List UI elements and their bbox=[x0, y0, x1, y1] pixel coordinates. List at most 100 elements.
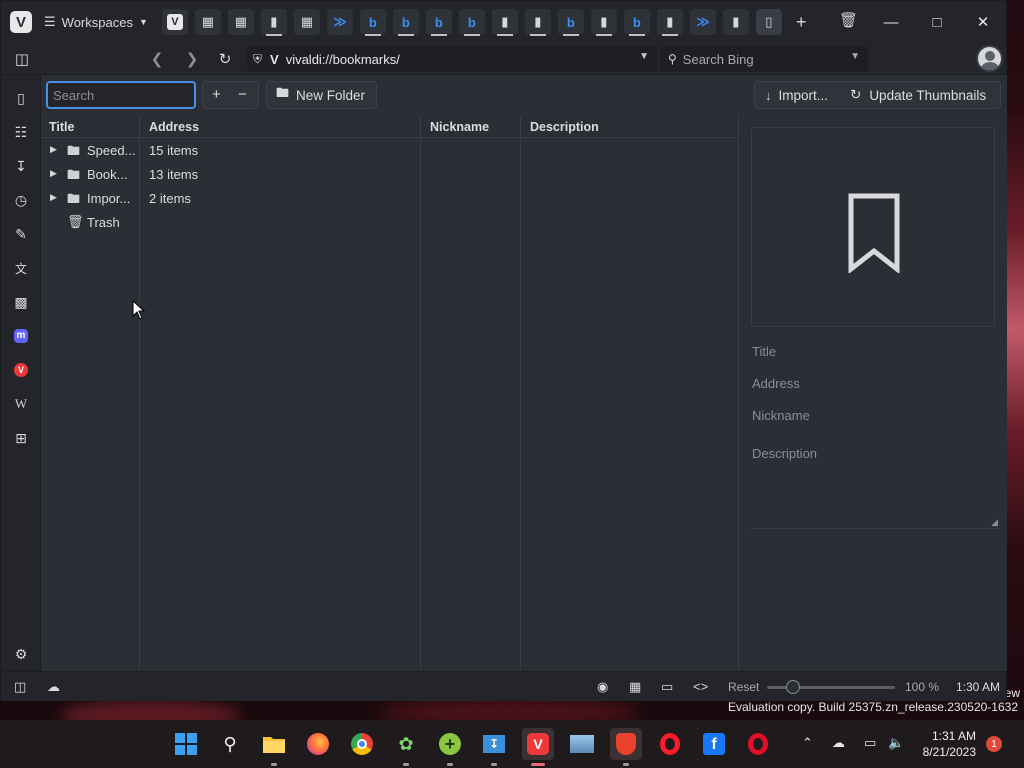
tab-bing[interactable]: ≫ bbox=[326, 9, 353, 35]
wikipedia-icon[interactable]: W bbox=[10, 393, 32, 415]
downloads-icon[interactable]: ↧ bbox=[10, 155, 32, 177]
tab-speed-dial[interactable]: ▦ bbox=[194, 9, 221, 35]
mastodon-icon[interactable]: m bbox=[10, 325, 32, 347]
zoom-reset-button[interactable]: Reset bbox=[728, 680, 759, 694]
tab-page[interactable]: ▮ bbox=[260, 9, 287, 36]
tab-bing[interactable]: ≫ bbox=[689, 9, 716, 35]
column-header-address[interactable]: Address bbox=[149, 116, 199, 138]
notes-icon[interactable]: ✎ bbox=[10, 223, 32, 245]
update-thumbnails-button[interactable]: ↻ Update Thumbnails bbox=[850, 87, 986, 103]
forward-button[interactable]: ❯ bbox=[181, 49, 203, 69]
resize-grip-icon[interactable]: ◢ bbox=[991, 517, 998, 528]
translate-icon[interactable]: 文 bbox=[10, 257, 32, 279]
search-engine-field[interactable]: ⚲ Search Bing ▼ bbox=[660, 46, 868, 72]
image-icon[interactable]: ▦ bbox=[629, 679, 641, 695]
column-header-title[interactable]: Title bbox=[49, 116, 74, 138]
windows-start-button[interactable] bbox=[170, 728, 202, 760]
tree-row-trash[interactable]: 🗑 Trash bbox=[41, 210, 738, 234]
vivaldi-social-icon[interactable]: V bbox=[10, 359, 32, 381]
workspaces-button[interactable]: ☰ Workspaces ▼ bbox=[44, 14, 148, 30]
settings-icon[interactable]: ⚙ bbox=[10, 643, 32, 665]
tab-bing[interactable]: b bbox=[359, 9, 386, 36]
tab-speed-dial[interactable]: ▦ bbox=[293, 9, 320, 35]
tab-speed-dial[interactable]: ▦ bbox=[227, 9, 254, 35]
brave-taskbar-button[interactable] bbox=[610, 728, 642, 766]
new-folder-button[interactable]: 🖿 New Folder bbox=[266, 81, 377, 109]
new-folder-label: New Folder bbox=[296, 87, 366, 103]
panel-toggle-button[interactable]: ◫ bbox=[11, 49, 33, 69]
opera-button[interactable] bbox=[654, 728, 686, 760]
tree-row-imported[interactable]: ▶ 🖿 Impor... 2 items bbox=[41, 186, 738, 210]
expand-arrow-icon[interactable]: ▶ bbox=[50, 144, 57, 155]
code-icon[interactable]: <> bbox=[693, 679, 708, 694]
tab-bing[interactable]: b bbox=[623, 9, 650, 36]
camera-icon[interactable]: ◉ bbox=[597, 679, 608, 695]
tab-page[interactable]: ▮ bbox=[491, 9, 518, 36]
nickname-field[interactable]: Nickname bbox=[752, 408, 810, 423]
minimize-button[interactable]: — bbox=[868, 1, 914, 43]
panel-toggle-icon[interactable]: ◫ bbox=[14, 679, 26, 695]
tab-page[interactable]: ▮ bbox=[524, 9, 551, 36]
chevron-down-icon[interactable]: ▼ bbox=[639, 51, 649, 62]
volume-icon[interactable]: 🔈 bbox=[888, 735, 904, 751]
facebook-button[interactable]: f bbox=[698, 728, 730, 760]
description-field[interactable]: Description bbox=[752, 446, 817, 461]
column-header-nickname[interactable]: Nickname bbox=[430, 116, 489, 138]
tab-bing[interactable]: b bbox=[425, 9, 452, 36]
firefox-button[interactable] bbox=[302, 728, 334, 760]
tab-vivaldi[interactable]: V bbox=[161, 9, 188, 35]
vivaldi-menu-button[interactable]: V bbox=[10, 11, 32, 33]
installer-app-button[interactable]: ↧ bbox=[478, 728, 510, 766]
add-bookmark-button[interactable]: + bbox=[212, 86, 221, 103]
vivaldi-taskbar-button[interactable]: V bbox=[522, 728, 554, 766]
tab-page[interactable]: ▮ bbox=[722, 9, 749, 35]
url-field[interactable]: ⛨ V vivaldi://bookmarks/ ▼ bbox=[247, 46, 657, 72]
new-tab-button[interactable]: + bbox=[796, 12, 807, 33]
history-icon[interactable]: ◷ bbox=[10, 189, 32, 211]
shield-icon[interactable]: ⛨ bbox=[253, 52, 262, 67]
chevron-up-icon[interactable]: ⌃ bbox=[802, 735, 813, 751]
window-panel-icon[interactable]: ▩ bbox=[10, 291, 32, 313]
title-field[interactable]: Title bbox=[752, 344, 776, 359]
profile-avatar[interactable] bbox=[976, 45, 1003, 72]
sync-cloud-icon[interactable]: ☁ bbox=[47, 679, 60, 695]
maximize-button[interactable]: □ bbox=[914, 1, 960, 43]
row-address: 15 items bbox=[149, 143, 199, 158]
network-off-icon[interactable]: ☁ bbox=[832, 735, 845, 751]
reload-button[interactable]: ↻ bbox=[214, 49, 236, 69]
expand-arrow-icon[interactable]: ▶ bbox=[50, 168, 57, 179]
remove-bookmark-button[interactable]: − bbox=[238, 86, 247, 103]
column-header-description[interactable]: Description bbox=[530, 116, 599, 138]
tree-row-bookmarks[interactable]: ▶ 🖿 Book... 13 items bbox=[41, 162, 738, 186]
page-tiling-icon[interactable]: ▭ bbox=[661, 679, 673, 695]
tab-bookmarks[interactable]: ▯ bbox=[755, 9, 782, 35]
trash-icon[interactable]: 🗑 bbox=[839, 11, 858, 29]
search-button[interactable]: ⚲ bbox=[214, 728, 246, 760]
notification-badge[interactable]: 1 bbox=[986, 736, 1002, 752]
chrome-button[interactable] bbox=[346, 728, 378, 760]
add-web-panel-icon[interactable]: ⊞ bbox=[10, 427, 32, 449]
tree-row-speed-dials[interactable]: ▶ 🖿 Speed... 15 items bbox=[41, 138, 738, 162]
bookmark-search-input[interactable] bbox=[46, 81, 196, 109]
photos-app-button[interactable] bbox=[566, 728, 598, 760]
bookmarks-panel-icon[interactable]: ▯ bbox=[10, 87, 32, 109]
zoom-slider-handle[interactable] bbox=[786, 680, 800, 694]
address-field[interactable]: Address bbox=[752, 376, 800, 391]
system-clock[interactable]: 1:31 AM 8/21/2023 bbox=[923, 728, 976, 760]
close-button[interactable]: ✕ bbox=[960, 1, 1006, 43]
plant-app-button[interactable]: ✿ bbox=[390, 728, 422, 766]
tab-bing[interactable]: b bbox=[392, 9, 419, 36]
file-explorer-button[interactable] bbox=[258, 728, 290, 766]
green-plus-app-button[interactable]: + bbox=[434, 728, 466, 766]
reading-list-icon[interactable]: ☷ bbox=[10, 121, 32, 143]
tab-page[interactable]: ▮ bbox=[590, 9, 617, 36]
tab-bing[interactable]: b bbox=[458, 9, 485, 36]
tab-bing[interactable]: b bbox=[557, 9, 584, 36]
expand-arrow-icon[interactable]: ▶ bbox=[50, 192, 57, 203]
chevron-down-icon[interactable]: ▼ bbox=[850, 51, 860, 62]
back-button[interactable]: ❮ bbox=[146, 49, 168, 69]
description-resize-area[interactable]: ◢ bbox=[750, 481, 1000, 529]
opera-gx-button[interactable] bbox=[742, 728, 774, 760]
display-icon[interactable]: ▭ bbox=[864, 735, 876, 751]
tab-page[interactable]: ▮ bbox=[656, 9, 683, 36]
